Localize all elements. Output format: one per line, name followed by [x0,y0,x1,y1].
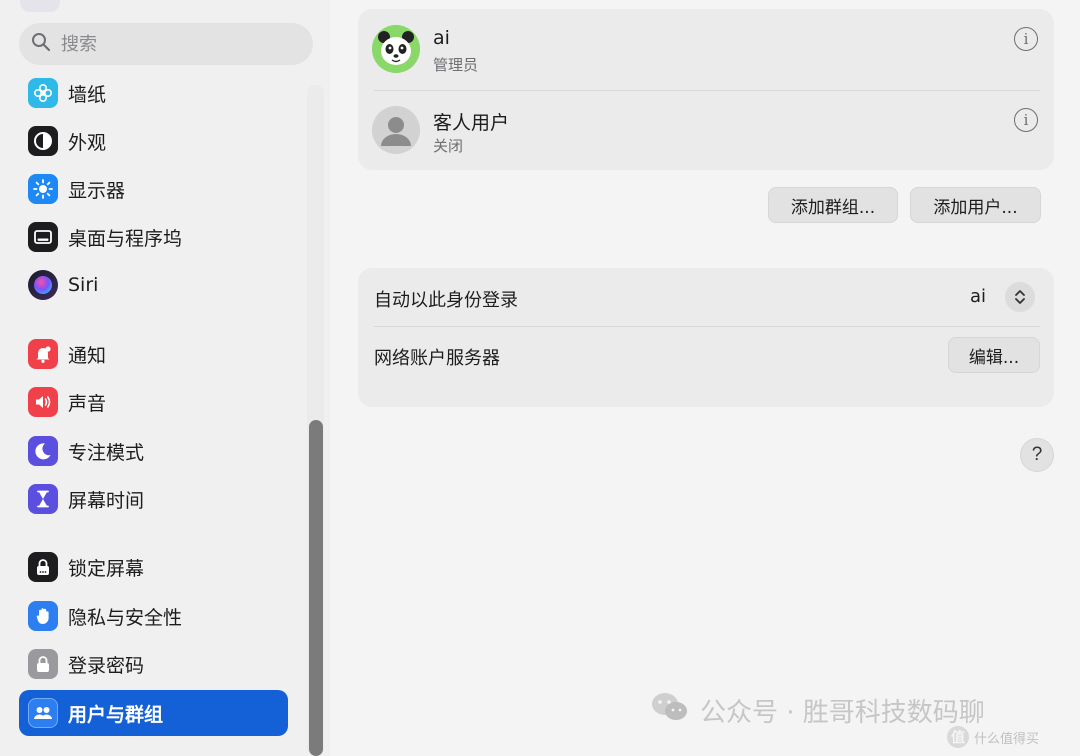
user-name: ai [433,27,450,49]
sidebar-item-label: 隐私与安全性 [68,606,183,629]
add-user-button[interactable]: 添加用户... [910,187,1041,223]
main-content: ai 管理员 i 客人用户 关闭 i 添加群组... 添加用户... 自动以此身… [330,0,1080,756]
screen-time-icon [28,484,58,514]
chevron-up-down-icon[interactable] [1005,282,1035,312]
sidebar-item-label: 墙纸 [68,83,107,106]
users-groups-icon [28,698,58,728]
notification-icon [28,339,58,369]
display-icon [28,174,58,204]
sidebar-item-label: 声音 [68,392,107,415]
user-name: 客人用户 [433,112,510,134]
sidebar-item-sound[interactable]: 声音 [19,379,288,425]
auto-login-value[interactable]: ai [970,286,986,307]
user-row-ai[interactable]: ai 管理员 i [358,9,1054,89]
sidebar-item-label: 显示器 [68,179,126,202]
sidebar-scrollbar-thumb[interactable] [309,420,323,756]
search-field[interactable] [19,23,313,65]
sidebar-item-label: 桌面与程序坞 [68,227,183,250]
sidebar-item-siri[interactable]: Siri [19,262,288,308]
sidebar-item-screen-time[interactable]: 屏幕时间 [19,476,288,522]
sidebar-item-login-password[interactable]: 登录密码 [19,641,288,687]
user-row-guest[interactable]: 客人用户 关闭 i [358,90,1054,170]
info-icon[interactable]: i [1014,108,1038,132]
sidebar-item-label: 用户与群组 [68,703,164,726]
row-divider [374,326,1040,327]
login-settings-card: 自动以此身份登录 ai 网络账户服务器 编辑... [358,268,1054,407]
sidebar-top-edge [20,0,60,12]
sidebar-item-desktop-dock[interactable]: 桌面与程序坞 [19,214,288,260]
network-server-label: 网络账户服务器 [374,348,500,369]
panda-avatar [372,25,420,73]
sidebar-item-focus[interactable]: 专注模式 [19,428,288,474]
sidebar-item-displays[interactable]: 显示器 [19,166,288,212]
search-icon [31,32,51,56]
password-lock-icon [28,649,58,679]
sidebar-item-wallpaper[interactable]: 墙纸 [19,70,288,116]
sidebar-item-users-groups[interactable]: 用户与群组 [19,690,288,736]
sidebar-item-lock-screen[interactable]: 锁定屏幕 [19,544,288,590]
sidebar-item-label: 专注模式 [68,441,145,464]
sidebar-item-label: 通知 [68,344,107,367]
add-group-button[interactable]: 添加群组... [768,187,898,223]
users-list-card: ai 管理员 i 客人用户 关闭 i [358,9,1054,170]
corner-logo-badge: 值 [947,726,969,748]
edit-button[interactable]: 编辑... [948,337,1040,373]
sidebar-item-label: 屏幕时间 [68,489,145,512]
info-icon[interactable]: i [1014,27,1038,51]
sidebar-item-label: 登录密码 [68,654,145,677]
lock-screen-icon [28,552,58,582]
guest-avatar [372,106,420,154]
search-input[interactable] [59,32,283,56]
auto-login-label: 自动以此身份登录 [374,290,518,311]
user-status: 关闭 [433,137,464,155]
siri-icon [28,270,58,300]
corner-logo: 值 什么值得买 [947,726,1039,748]
sound-icon [28,387,58,417]
user-role: 管理员 [433,56,479,74]
help-button[interactable]: ? [1020,438,1054,472]
sidebar: 墙纸 外观 显示器 桌面与程序坞 Siri 通知 [0,0,330,756]
wallpaper-icon [28,78,58,108]
focus-icon [28,436,58,466]
sidebar-item-notifications[interactable]: 通知 [19,331,288,377]
sidebar-item-appearance[interactable]: 外观 [19,118,288,164]
sidebar-item-label: Siri [68,274,99,296]
sidebar-item-label: 锁定屏幕 [68,557,145,580]
appearance-icon [28,126,58,156]
sidebar-item-privacy-security[interactable]: 隐私与安全性 [19,593,288,639]
corner-logo-text: 什么值得买 [974,731,1040,747]
privacy-hand-icon [28,601,58,631]
dock-icon [28,222,58,252]
sidebar-item-label: 外观 [68,131,107,154]
